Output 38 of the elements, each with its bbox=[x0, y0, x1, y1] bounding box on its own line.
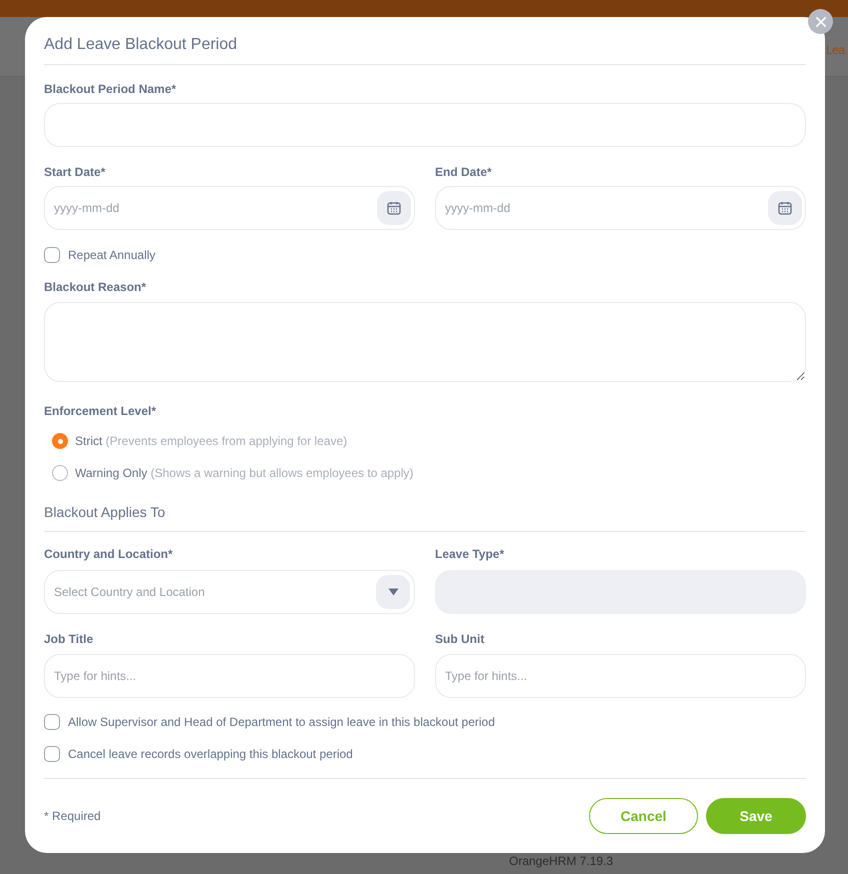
checkbox[interactable] bbox=[44, 714, 60, 730]
field-label: Sub Unit bbox=[435, 631, 486, 647]
input-field[interactable]: yyyy-mm-dd bbox=[435, 186, 806, 230]
header-link[interactable]: Lea bbox=[826, 41, 845, 59]
calendar-icon bbox=[387, 201, 401, 215]
field-label: Leave Type* bbox=[435, 546, 506, 562]
save-button[interactable]: Save bbox=[706, 798, 806, 834]
input-field[interactable]: yyyy-mm-dd bbox=[44, 186, 415, 230]
radio-button[interactable] bbox=[52, 465, 68, 481]
field-label: Blackout Reason* bbox=[44, 279, 148, 295]
cancel-button[interactable]: Cancel bbox=[589, 798, 698, 834]
field-label: Country and Location* bbox=[44, 546, 174, 562]
caret-icon bbox=[388, 588, 398, 596]
field-label: End Date* bbox=[435, 164, 493, 180]
radio-label: Strict (Prevents employees from applying for leave) bbox=[75, 433, 348, 450]
checkbox-label: Allow Supervisor and Head of Department to assign leave in this blackout period bbox=[68, 714, 495, 731]
radio-label: Warning Only (Shows a warning but allows employees to apply) bbox=[75, 465, 414, 482]
checkbox-label: Repeat Annually bbox=[68, 247, 156, 264]
checkbox[interactable] bbox=[44, 247, 60, 263]
required-note: * Required bbox=[44, 808, 101, 825]
field-label: Job Title bbox=[44, 631, 94, 647]
input-field[interactable]: Type for hints... bbox=[435, 654, 806, 698]
input-field[interactable]: Type for hints... bbox=[44, 654, 415, 698]
dialog-title: Add Leave Blackout Period bbox=[44, 35, 238, 55]
calendar-icon bbox=[778, 201, 792, 215]
close-icon bbox=[816, 16, 826, 26]
section-title: Blackout Applies To bbox=[44, 503, 166, 520]
radio-button[interactable] bbox=[52, 433, 68, 449]
checkbox[interactable] bbox=[44, 746, 60, 762]
select-field[interactable]: Select Country and Location bbox=[44, 570, 415, 614]
version-text: OrangeHRM 7.19.3 bbox=[509, 853, 614, 870]
dropdown-button[interactable] bbox=[376, 575, 410, 609]
checkbox-label: Cancel leave records overlapping this blackout period bbox=[68, 746, 353, 763]
calendar-button[interactable] bbox=[377, 191, 411, 225]
calendar-button[interactable] bbox=[768, 191, 802, 225]
field-label: Start Date* bbox=[44, 164, 106, 180]
field-label: Enforcement Level* bbox=[44, 403, 158, 419]
field-label: Blackout Period Name* bbox=[44, 81, 178, 97]
